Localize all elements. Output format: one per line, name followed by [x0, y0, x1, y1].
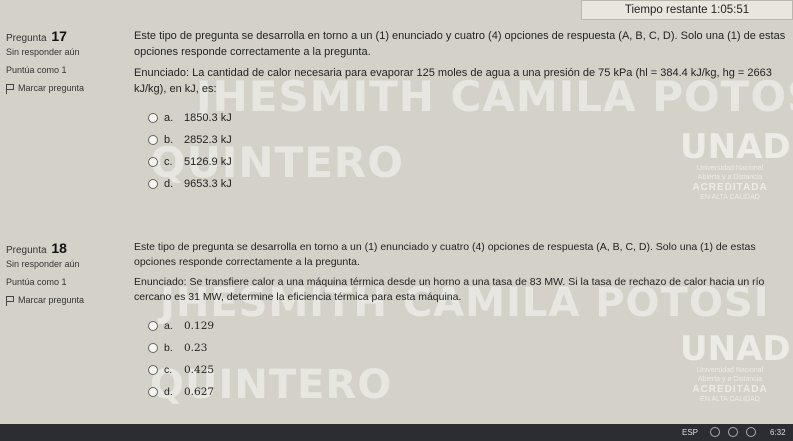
- timer-value: 1:05:51: [710, 4, 750, 16]
- question-info: Pregunta 17 Sin responder aún Puntúa com…: [6, 28, 126, 101]
- flag-icon: [6, 295, 14, 306]
- flag-question-button[interactable]: Marcar pregunta: [6, 295, 126, 306]
- question-info: Pregunta 18 Sin responder aún Puntúa com…: [6, 240, 126, 313]
- question-statement: Enunciado: Se transfiere calor a una máq…: [134, 276, 765, 303]
- question-instructions: Este tipo de pregunta se desarrolla en t…: [134, 30, 786, 58]
- time-remaining: Tiempo restante 1:05:51: [581, 0, 793, 20]
- question-number: 18: [51, 240, 67, 256]
- flag-label: Marcar pregunta: [18, 83, 85, 93]
- volume-icon[interactable]: [728, 427, 738, 437]
- question-instructions: Este tipo de pregunta se desarrolla en t…: [134, 241, 756, 268]
- option-a[interactable]: a. 1850.3 kJ: [148, 107, 789, 129]
- taskbar: ESP 6:32: [0, 424, 793, 441]
- option-c[interactable]: c. 5126.9 kJ: [148, 151, 789, 173]
- question-title: Pregunta 18: [6, 240, 67, 256]
- flag-icon: [6, 83, 14, 94]
- question-title: Pregunta 17: [6, 28, 67, 44]
- question-score: Puntúa como 1: [6, 65, 67, 75]
- option-b[interactable]: b. 0.23: [148, 337, 789, 359]
- radio-button[interactable]: [148, 179, 158, 189]
- question-18: Pregunta 18 Sin responder aún Puntúa com…: [0, 232, 793, 424]
- question-status: Sin responder aún: [6, 259, 80, 269]
- radio-button[interactable]: [148, 113, 158, 123]
- language-indicator[interactable]: ESP: [682, 428, 698, 437]
- answer-options: a. 0.129 b. 0.23 c. 0.425 d. 0.627: [148, 315, 789, 403]
- clock[interactable]: 6:32: [770, 428, 786, 437]
- timer-label: Tiempo restante: [624, 4, 708, 16]
- question-content: Este tipo de pregunta se desarrolla en t…: [134, 240, 789, 403]
- question-statement: Enunciado: La cantidad de calor necesari…: [134, 67, 772, 95]
- option-a[interactable]: a. 0.129: [148, 315, 789, 337]
- question-content: Este tipo de pregunta se desarrolla en t…: [134, 28, 789, 195]
- battery-icon[interactable]: [746, 427, 756, 437]
- radio-button[interactable]: [148, 321, 158, 331]
- flag-question-button[interactable]: Marcar pregunta: [6, 83, 126, 94]
- radio-button[interactable]: [148, 365, 158, 375]
- option-b[interactable]: b. 2852.3 kJ: [148, 129, 789, 151]
- option-c[interactable]: c. 0.425: [148, 359, 789, 381]
- option-d[interactable]: d. 9653.3 kJ: [148, 173, 789, 195]
- option-d[interactable]: d. 0.627: [148, 381, 789, 403]
- flag-label: Marcar pregunta: [18, 295, 85, 305]
- wifi-icon[interactable]: [710, 427, 720, 437]
- radio-button[interactable]: [148, 387, 158, 397]
- radio-button[interactable]: [148, 343, 158, 353]
- question-score: Puntúa como 1: [6, 277, 67, 287]
- question-number: 17: [51, 28, 67, 44]
- question-17: Pregunta 17 Sin responder aún Puntúa com…: [0, 20, 793, 230]
- question-status: Sin responder aún: [6, 47, 80, 57]
- radio-button[interactable]: [148, 157, 158, 167]
- answer-options: a. 1850.3 kJ b. 2852.3 kJ c. 5126.9 kJ d…: [148, 107, 789, 195]
- radio-button[interactable]: [148, 135, 158, 145]
